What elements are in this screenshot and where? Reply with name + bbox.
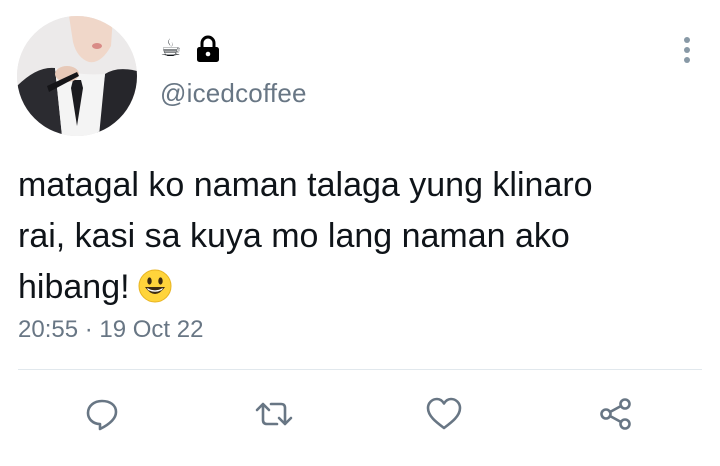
share-button[interactable] <box>596 394 636 434</box>
reply-icon <box>86 399 118 431</box>
tweet-text: matagal ko naman talaga yung klinaro rai… <box>18 160 708 313</box>
coffee-emoji: ☕ <box>160 35 182 62</box>
lock-icon <box>196 35 220 63</box>
reply-button[interactable] <box>82 394 122 434</box>
like-button[interactable] <box>424 394 464 434</box>
share-icon <box>600 398 631 430</box>
user-handle[interactable]: @icedcoffee <box>160 78 307 109</box>
tweet-timestamp[interactable]: 20:55 · 19 Oct 22 <box>18 316 203 344</box>
retweet-button[interactable] <box>254 394 294 434</box>
divider <box>18 369 702 370</box>
like-icon <box>426 397 462 430</box>
avatar[interactable] <box>17 16 137 136</box>
more-options-icon[interactable] <box>678 36 696 64</box>
avatar-image <box>17 16 137 136</box>
display-name-row[interactable]: ☕ <box>160 34 220 64</box>
retweet-icon <box>255 402 293 426</box>
tweet-text-body: matagal ko naman talaga yung klinaro rai… <box>18 166 593 306</box>
grinning-face-emoji-icon <box>138 267 172 303</box>
